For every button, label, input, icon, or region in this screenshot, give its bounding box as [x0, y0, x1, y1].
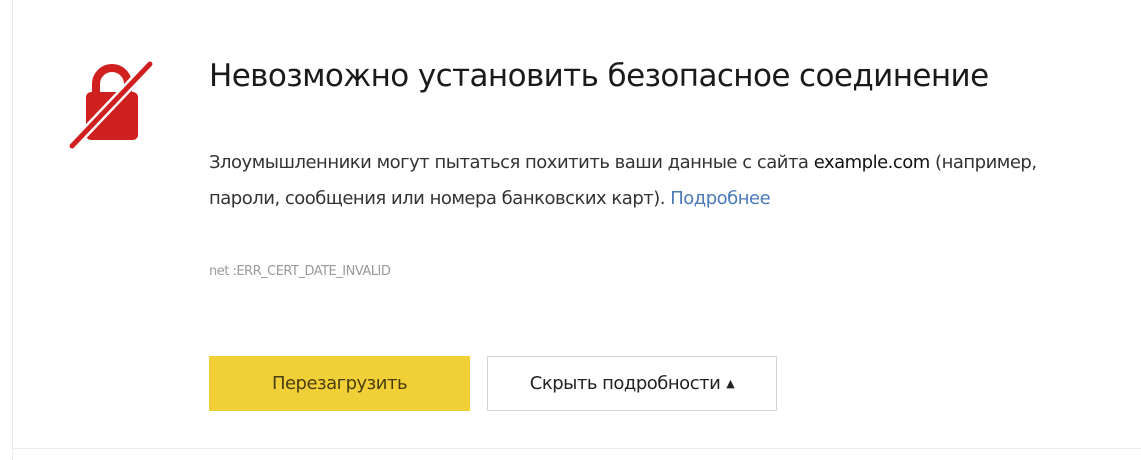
hide-details-label: Скрыть подробности — [529, 373, 721, 394]
site-name: example.com — [813, 152, 931, 173]
page-left-rule — [12, 0, 13, 460]
caret-up-icon: ▲ — [726, 377, 735, 390]
page-bottom-rule — [12, 448, 1141, 449]
description-prefix: Злоумышленники могут пытаться похитить в… — [209, 152, 814, 173]
reload-button-label: Перезагрузить — [271, 373, 408, 394]
reload-button[interactable]: Перезагрузить — [209, 356, 470, 411]
error-description: Злоумышленники могут пытаться похитить в… — [209, 145, 1109, 217]
learn-more-link[interactable]: Подробнее — [670, 188, 770, 209]
error-code: net :ERR_CERT_DATE_INVALID — [209, 264, 391, 279]
hide-details-button[interactable]: Скрыть подробности ▲ — [487, 356, 777, 411]
broken-lock-icon — [67, 59, 155, 151]
page-title: Невозможно установить безопасное соедине… — [209, 58, 989, 94]
